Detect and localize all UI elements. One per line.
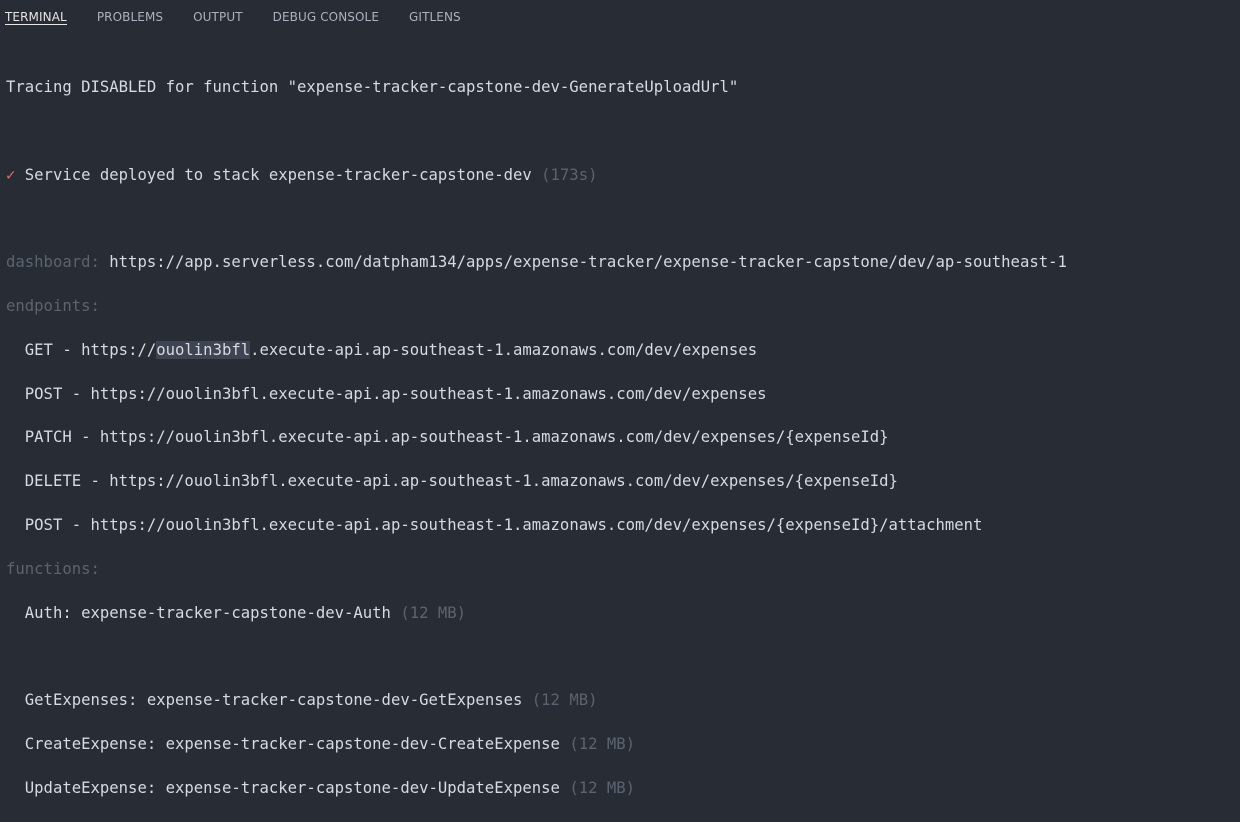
dashboard-line: dashboard: https://app.serverless.com/da… bbox=[6, 252, 1240, 274]
checkmark-icon: ✓ bbox=[6, 165, 16, 184]
endpoint-method: DELETE bbox=[24, 472, 82, 491]
endpoint-line: DELETE - https://ouolin3bfl.execute-api.… bbox=[24, 472, 898, 491]
endpoint-url[interactable]: https://ouolin3bfl.execute-api.ap-southe… bbox=[91, 385, 767, 403]
endpoint-url[interactable]: https://ouolin3bfl.execute-api.ap-southe… bbox=[100, 428, 889, 446]
tracing-line: Tracing DISABLED for function "expense-t… bbox=[6, 77, 739, 96]
endpoint-method: PATCH bbox=[24, 428, 72, 447]
tab-gitlens[interactable]: GITLENS bbox=[409, 0, 461, 24]
selection-highlight: ouolin3bfl bbox=[156, 340, 251, 359]
function-line: GetExpenses: expense-tracker-capstone-de… bbox=[24, 691, 598, 710]
tab-terminal[interactable]: TERMINAL bbox=[5, 0, 67, 25]
functions-label: functions: bbox=[6, 559, 100, 578]
function-line: UpdateExpense: expense-tracker-capstone-… bbox=[24, 778, 636, 797]
tab-problems[interactable]: PROBLEMS bbox=[97, 0, 163, 24]
panel-tab-bar: TERMINAL PROBLEMS OUTPUT DEBUG CONSOLE G… bbox=[0, 0, 1240, 34]
terminal-output[interactable]: Tracing DISABLED for function "expense-t… bbox=[6, 55, 1240, 822]
endpoint-line: POST - https://ouolin3bfl.execute-api.ap… bbox=[24, 516, 983, 534]
deploy-message: Service deployed to stack expense-tracke… bbox=[24, 165, 532, 184]
function-line: Auth: expense-tracker-capstone-dev-Auth … bbox=[24, 603, 467, 622]
endpoint-url[interactable]: https://ouolin3bfl.execute-api.ap-southe… bbox=[91, 516, 983, 534]
tab-output[interactable]: OUTPUT bbox=[193, 0, 243, 24]
dashboard-url[interactable]: https://app.serverless.com/datpham134/ap… bbox=[109, 253, 1067, 271]
deploy-duration: (173s) bbox=[541, 165, 598, 184]
endpoint-line: POST - https://ouolin3bfl.execute-api.ap… bbox=[24, 384, 767, 403]
dashboard-label: dashboard: bbox=[6, 253, 100, 272]
endpoint-line: GET - https://ouolin3bfl.execute-api.ap-… bbox=[24, 340, 758, 359]
endpoints-label: endpoints: bbox=[6, 296, 100, 315]
function-line: CreateExpense: expense-tracker-capstone-… bbox=[24, 735, 636, 754]
deploy-line: ✓ Service deployed to stack expense-trac… bbox=[6, 165, 1240, 187]
endpoint-method: POST bbox=[24, 516, 63, 534]
endpoint-line: PATCH - https://ouolin3bfl.execute-api.a… bbox=[24, 428, 889, 447]
endpoint-method: GET bbox=[24, 340, 53, 359]
endpoint-url[interactable]: https://ouolin3bfl.execute-api.ap-southe… bbox=[81, 340, 757, 359]
tab-debug-console[interactable]: DEBUG CONSOLE bbox=[273, 0, 379, 24]
endpoint-url[interactable]: https://ouolin3bfl.execute-api.ap-southe… bbox=[109, 472, 898, 490]
endpoint-method: POST bbox=[24, 384, 63, 403]
